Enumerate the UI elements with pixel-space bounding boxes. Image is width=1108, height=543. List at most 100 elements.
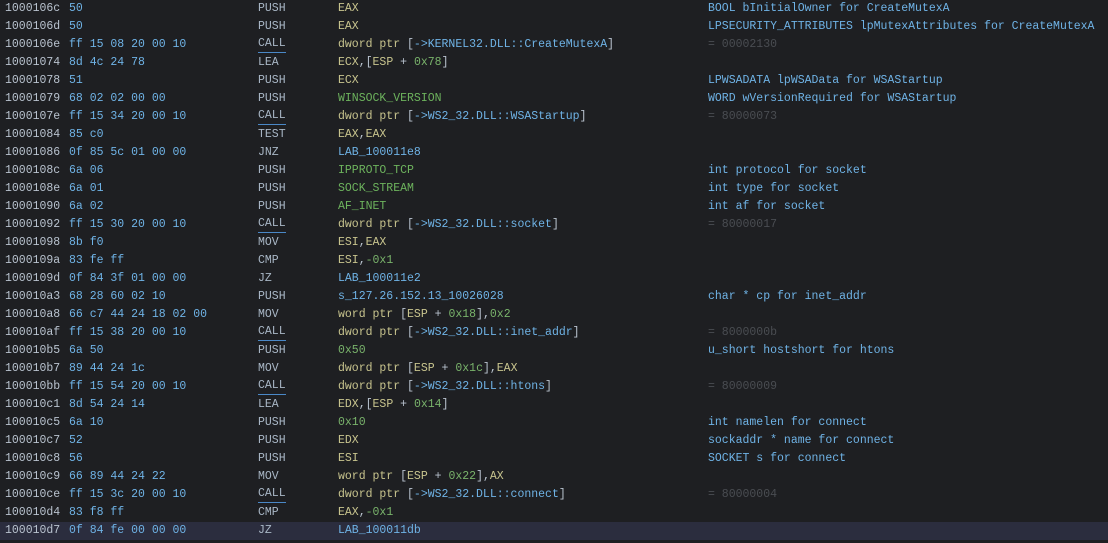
listing-row[interactable]: 100010ce ff 15 3c 20 00 10 CALL dword ptr [… xyxy=(0,486,1108,504)
instruction-address[interactable]: 100010d4 xyxy=(5,504,60,522)
instruction-address[interactable]: 1000106c xyxy=(5,0,60,18)
instruction-bytes: 51 xyxy=(69,74,83,87)
return-value-comment: = 00002130 xyxy=(708,38,778,51)
operand-punctuation: ], xyxy=(476,308,490,321)
listing-row[interactable]: 100010b5 6a 50 PUSH 0x50 u_short hostshort f… xyxy=(0,342,1108,360)
numeric-operand: -0x1 xyxy=(365,506,394,519)
listing-row[interactable]: 10001086 0f 85 5c 01 00 00 JNZ LAB_100011e8 xyxy=(0,144,1108,162)
instruction-address[interactable]: 10001074 xyxy=(5,54,60,72)
listing-row[interactable]: 1000106e ff 15 08 20 00 10 CALL dword ptr [… xyxy=(0,36,1108,54)
function-reference[interactable]: ->KERNEL32.DLL::CreateMutexA xyxy=(414,38,607,51)
instruction-address[interactable]: 100010b7 xyxy=(5,360,60,378)
instruction-address[interactable]: 1000109a xyxy=(5,252,60,270)
instruction-address[interactable]: 10001098 xyxy=(5,234,60,252)
instruction-mnemonic[interactable]: CALL xyxy=(258,487,286,503)
instruction-address[interactable]: 10001079 xyxy=(5,90,60,108)
instruction-address[interactable]: 100010d7 xyxy=(5,522,60,540)
instruction-operands: EDX xyxy=(338,432,359,450)
instruction-address[interactable]: 1000107e xyxy=(5,108,60,126)
instruction-address[interactable]: 1000106d xyxy=(5,18,60,36)
listing-row[interactable]: 1000106d 50 PUSH EAX LPSECURITY_ATTRIBUTES l… xyxy=(0,18,1108,36)
function-reference[interactable]: ->WS2_32.DLL::connect xyxy=(414,488,559,501)
listing-row[interactable]: 100010c7 52 PUSH EDX sockaddr * name for con… xyxy=(0,432,1108,450)
listing-row[interactable]: 1000109d 0f 84 3f 01 00 00 JZ LAB_100011e2 xyxy=(0,270,1108,288)
disassembly-listing[interactable]: 1000106c 50 PUSH EAX BOOL bInitialOwner for … xyxy=(0,0,1108,543)
instruction-address[interactable]: 100010a8 xyxy=(5,306,60,324)
listing-row[interactable]: 100010af ff 15 38 20 00 10 CALL dword ptr [… xyxy=(0,324,1108,342)
instruction-operands: s_127.26.152.13_10026028 xyxy=(338,288,504,306)
label-reference[interactable]: LAB_100011e8 xyxy=(338,146,421,159)
instruction-operands: dword ptr [->WS2_32.DLL::htons] xyxy=(338,378,552,396)
instruction-mnemonic[interactable]: CALL xyxy=(258,109,286,125)
pointer-size: dword ptr xyxy=(338,326,408,339)
instruction-address[interactable]: 100010a3 xyxy=(5,288,60,306)
function-reference[interactable]: ->WS2_32.DLL::inet_addr xyxy=(414,326,573,339)
instruction-address[interactable]: 10001086 xyxy=(5,144,60,162)
instruction-address[interactable]: 10001078 xyxy=(5,72,60,90)
label-reference[interactable]: LAB_100011e2 xyxy=(338,272,421,285)
instruction-address[interactable]: 10001090 xyxy=(5,198,60,216)
listing-row[interactable]: 10001074 8d 4c 24 78 LEA ECX,[ESP + 0x78] xyxy=(0,54,1108,72)
instruction-mnemonic[interactable]: CALL xyxy=(258,217,286,233)
numeric-operand: 0x18 xyxy=(448,308,477,321)
instruction-address[interactable]: 100010b5 xyxy=(5,342,60,360)
instruction-address[interactable]: 100010c5 xyxy=(5,414,60,432)
instruction-mnemonic[interactable]: CALL xyxy=(258,37,286,53)
return-value-comment: = 8000000b xyxy=(708,326,778,339)
instruction-bytes: 89 44 24 1c xyxy=(69,362,145,375)
instruction-address[interactable]: 100010c8 xyxy=(5,450,60,468)
listing-row[interactable]: 100010c9 66 89 44 24 22 MOV word ptr [ESP +… xyxy=(0,468,1108,486)
instruction-operands: EDX,[ESP + 0x14] xyxy=(338,396,448,414)
instruction-address[interactable]: 1000108e xyxy=(5,180,60,198)
listing-row[interactable]: 10001098 8b f0 MOV ESI,EAX xyxy=(0,234,1108,252)
listing-row[interactable]: 1000107e ff 15 34 20 00 10 CALL dword ptr [… xyxy=(0,108,1108,126)
listing-row[interactable]: 10001079 68 02 02 00 00 PUSH WINSOCK_VERSIO… xyxy=(0,90,1108,108)
operand-punctuation: [ xyxy=(407,38,414,51)
listing-row[interactable]: 100010b7 89 44 24 1c MOV dword ptr [ESP + 0… xyxy=(0,360,1108,378)
listing-row[interactable]: 1000109a 83 fe ff CMP ESI,-0x1 xyxy=(0,252,1108,270)
instruction-address[interactable]: 10001084 xyxy=(5,126,60,144)
listing-row[interactable]: 100010a8 66 c7 44 24 18 02 00 MOV word ptr … xyxy=(0,306,1108,324)
pointer-size: dword ptr xyxy=(338,362,408,375)
instruction-address[interactable]: 1000108c xyxy=(5,162,60,180)
listing-row[interactable]: 10001084 85 c0 TEST EAX,EAX xyxy=(0,126,1108,144)
label-reference[interactable]: s_127.26.152.13_10026028 xyxy=(338,290,504,303)
instruction-mnemonic[interactable]: CALL xyxy=(258,379,286,395)
instruction-address[interactable]: 100010c9 xyxy=(5,468,60,486)
parameter-comment: sockaddr * name for connect xyxy=(708,434,895,447)
function-reference[interactable]: ->WS2_32.DLL::socket xyxy=(414,218,552,231)
parameter-comment: BOOL bInitialOwner for CreateMutexA xyxy=(708,2,950,15)
numeric-operand: 0x1c xyxy=(455,362,483,375)
instruction-address[interactable]: 100010ce xyxy=(5,486,60,504)
instruction-bytes: 8d 54 24 14 xyxy=(69,398,145,411)
listing-row[interactable]: 10001078 51 PUSH ECX LPWSADATA lpWSAData for… xyxy=(0,72,1108,90)
instruction-address[interactable]: 1000109d xyxy=(5,270,60,288)
listing-row[interactable]: 100010c8 56 PUSH ESI SOCKET s for connect xyxy=(0,450,1108,468)
instruction-bytes: 50 xyxy=(69,2,83,15)
register-operand: ESP xyxy=(407,308,428,321)
instruction-address[interactable]: 100010c7 xyxy=(5,432,60,450)
listing-row[interactable]: 10001092 ff 15 30 20 00 10 CALL dword ptr [… xyxy=(0,216,1108,234)
listing-row[interactable]: 1000108c 6a 06 PUSH IPPROTO_TCP int protocol… xyxy=(0,162,1108,180)
listing-row[interactable]: 100010d4 83 f8 ff CMP EAX,-0x1 xyxy=(0,504,1108,522)
listing-row[interactable]: 100010bb ff 15 54 20 00 10 CALL dword ptr [… xyxy=(0,378,1108,396)
instruction-address[interactable]: 1000106e xyxy=(5,36,60,54)
instruction-bytes: 83 f8 ff xyxy=(69,506,125,519)
instruction-address[interactable]: 10001092 xyxy=(5,216,60,234)
instruction-address[interactable]: 100010c1 xyxy=(5,396,60,414)
instruction-address[interactable]: 100010bb xyxy=(5,378,60,396)
listing-row[interactable]: 1000108e 6a 01 PUSH SOCK_STREAM int type for… xyxy=(0,180,1108,198)
instruction-address[interactable]: 100010af xyxy=(5,324,60,342)
listing-row[interactable]: 100010c1 8d 54 24 14 LEA EDX,[ESP + 0x14] xyxy=(0,396,1108,414)
instruction-mnemonic[interactable]: CALL xyxy=(258,325,286,341)
register-operand: AX xyxy=(489,470,504,483)
listing-row[interactable]: 100010c5 6a 10 PUSH 0x10 int namelen for con… xyxy=(0,414,1108,432)
listing-row[interactable]: 10001090 6a 02 PUSH AF_INET int af for socke… xyxy=(0,198,1108,216)
listing-row[interactable]: 1000106c 50 PUSH EAX BOOL bInitialOwner for … xyxy=(0,0,1108,18)
function-reference[interactable]: ->WS2_32.DLL::WSAStartup xyxy=(414,110,580,123)
listing-row[interactable]: 100010a3 68 28 60 02 10 PUSH s_127.26.152.1… xyxy=(0,288,1108,306)
instruction-mnemonic: MOV xyxy=(258,308,279,321)
label-reference[interactable]: LAB_100011db xyxy=(338,524,421,537)
function-reference[interactable]: ->WS2_32.DLL::htons xyxy=(414,380,545,393)
listing-row-selected[interactable]: 100010d7 0f 84 fe 00 00 00 JZ LAB_100011db xyxy=(0,522,1108,540)
